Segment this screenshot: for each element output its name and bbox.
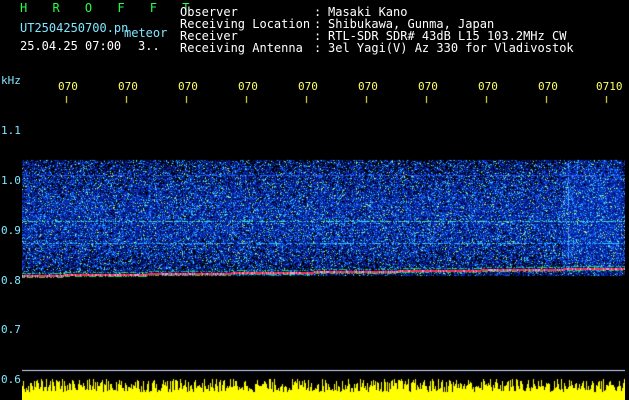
y-tick-label: 1.1 bbox=[1, 124, 21, 137]
x-tick-label: 070 bbox=[118, 80, 138, 93]
datetime-label: 25.04.25 07:00 bbox=[20, 39, 122, 53]
y-tick-label: 0.6 bbox=[1, 373, 21, 386]
x-tick-label: 070 bbox=[178, 80, 198, 93]
info-sep: : bbox=[314, 41, 322, 55]
mode-label: meteor bbox=[124, 26, 168, 40]
x-tick-label: 070 bbox=[238, 80, 258, 93]
y-tick-label: 0.9 bbox=[1, 224, 21, 237]
y-tick-label: 0.8 bbox=[1, 274, 21, 287]
x-tick-label: 070 bbox=[538, 80, 558, 93]
x-tick-label: 070 bbox=[298, 80, 318, 93]
y-tick-label: 0.7 bbox=[1, 323, 21, 336]
x-tick-label: 070 bbox=[418, 80, 438, 93]
x-tick-label: 070 bbox=[58, 80, 78, 93]
spectrogram-plot bbox=[22, 96, 625, 400]
y-tick-label: 1.0 bbox=[1, 174, 21, 187]
app-title: H R O F F T bbox=[20, 1, 199, 15]
count-label: 3.. bbox=[138, 39, 160, 53]
filename-label: UT2504250700.pn bbox=[20, 21, 129, 35]
info-key-antenna: Receiving Antenna bbox=[180, 41, 303, 55]
spectrogram-canvas bbox=[22, 96, 625, 400]
x-tick-label: 070 bbox=[358, 80, 378, 93]
x-tick-label: 070 bbox=[478, 80, 498, 93]
info-value-antenna: 3el Yagi(V) Az 330 for Vladivostok bbox=[328, 41, 574, 55]
y-axis-unit: kHz bbox=[1, 74, 21, 87]
x-tick-label: 0710 bbox=[596, 80, 623, 93]
